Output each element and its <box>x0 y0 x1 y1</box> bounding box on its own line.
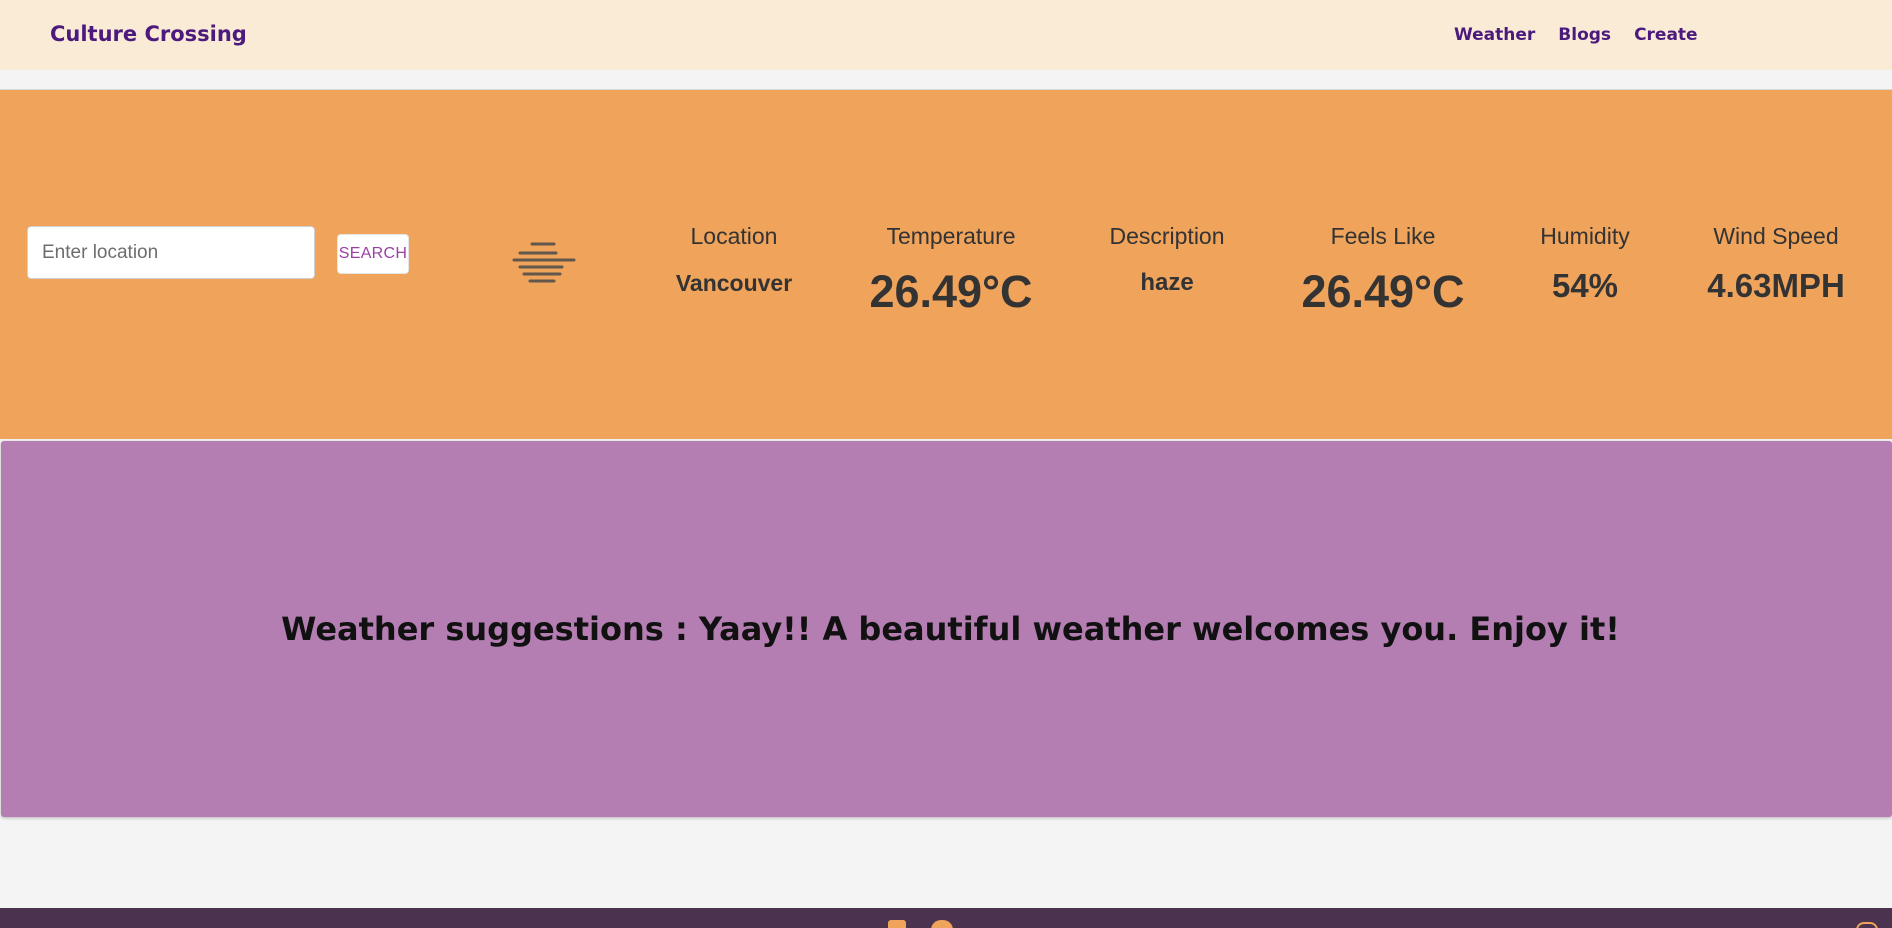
haze-icon <box>512 242 576 283</box>
nav-link-blogs[interactable]: Blogs <box>1558 25 1611 45</box>
stat-label: Location <box>690 223 778 249</box>
stat-label: Description <box>1109 223 1225 249</box>
brand-logo[interactable]: Culture Crossing <box>50 22 247 46</box>
stat-label: Humidity <box>1540 223 1630 249</box>
weather-suggestion-text: Weather suggestions : Yaay!! A beautiful… <box>281 610 1620 648</box>
nav-links: Weather Blogs Create <box>1454 25 1698 45</box>
weather-panel: SEARCH Location Vancouver Temperature 26… <box>0 89 1892 439</box>
stat-label: Feels Like <box>1330 223 1436 249</box>
stat-value-description: haze <box>1140 269 1194 296</box>
stat-value-temperature: 26.49°C <box>869 266 1033 317</box>
help-icon[interactable] <box>1856 922 1878 928</box>
stat-feels-like: Feels Like 26.49°C <box>1294 223 1472 318</box>
stat-location: Location Vancouver <box>662 223 806 297</box>
nav-link-weather[interactable]: Weather <box>1454 25 1535 45</box>
github-icon[interactable] <box>931 920 953 928</box>
stat-value-humidity: 54% <box>1551 267 1619 304</box>
stat-label: Temperature <box>886 223 1016 249</box>
stat-wind-speed: Wind Speed 4.63MPH <box>1700 223 1852 305</box>
location-search-input[interactable] <box>27 226 315 279</box>
navbar: Culture Crossing Weather Blogs Create <box>0 0 1892 70</box>
stat-label: Wind Speed <box>1713 223 1839 249</box>
nav-link-create[interactable]: Create <box>1634 25 1698 45</box>
stat-value-wind-speed: 4.63MPH <box>1707 267 1845 304</box>
search-button[interactable]: SEARCH <box>337 234 409 274</box>
stat-value-location: Vancouver <box>675 270 793 296</box>
weather-suggestion-panel: Weather suggestions : Yaay!! A beautiful… <box>1 441 1892 817</box>
stat-description: Description haze <box>1100 223 1234 297</box>
linkedin-icon[interactable] <box>888 920 906 928</box>
stat-humidity: Humidity 54% <box>1530 223 1640 305</box>
stat-value-feels-like: 26.49°C <box>1301 266 1465 317</box>
stat-temperature: Temperature 26.49°C <box>862 223 1040 318</box>
footer <box>0 908 1892 928</box>
